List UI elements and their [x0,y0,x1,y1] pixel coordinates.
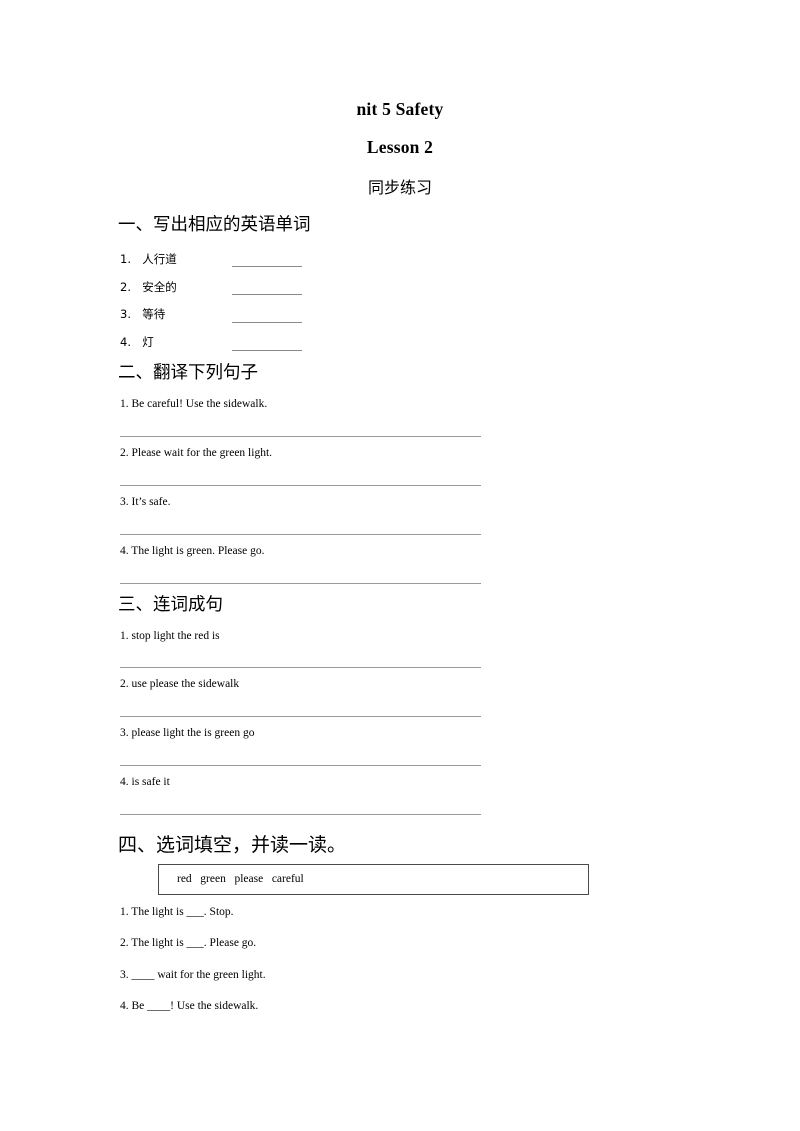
page-title-lesson: Lesson 2 [366,137,434,157]
answer-line[interactable] [120,583,481,584]
item-number: 4. [120,335,131,349]
answer-blank[interactable] [232,322,302,323]
section-heading-4: 四、选词填空，并读一读。 [118,834,347,856]
word-bank-words: red green please careful [177,873,304,885]
answer-blank[interactable] [232,266,302,267]
item-text: 安全的 [142,280,177,294]
answer-line[interactable] [120,485,481,486]
answer-line[interactable] [120,814,481,815]
page-title-unit: nit 5 Safety [356,99,444,119]
list-item: 4. The light is green. Please go. [120,545,265,557]
item-number: 2. [120,280,131,294]
list-item[interactable]: 4. Be ____! Use the sidewalk. [120,1000,258,1012]
list-item: 2. 安全的 [120,279,177,295]
answer-blank[interactable] [232,294,302,295]
list-item: 1. 人行道 [120,251,177,267]
list-item: 3. It’s safe. [120,496,171,508]
item-text: 灯 [142,335,154,349]
item-number: 1. [120,252,131,266]
answer-blank[interactable] [232,350,302,351]
list-item: 3. 等待 [120,306,165,322]
list-item[interactable]: 2. The light is ___. Please go. [120,937,256,949]
item-number: 3. [120,307,131,321]
list-item: 1. Be careful! Use the sidewalk. [120,398,268,410]
list-item[interactable]: 3. ____ wait for the green light. [120,969,266,981]
section-heading-1: 一、写出相应的英语单词 [118,215,311,235]
answer-line[interactable] [120,534,481,535]
answer-line[interactable] [120,667,481,668]
answer-line[interactable] [120,716,481,717]
list-item: 3. please light the is green go [120,727,255,739]
section-heading-3: 三、连词成句 [118,595,223,615]
list-item: 4. 灯 [120,334,154,350]
item-text: 等待 [142,307,166,321]
list-item[interactable]: 1. The light is ___. Stop. [120,906,234,918]
list-item: 4. is safe it [120,776,170,788]
worksheet-page: nit 5 Safety Lesson 2 同步练习 一、写出相应的英语单词 1… [0,0,800,1131]
answer-line[interactable] [120,436,481,437]
section-heading-2: 二、翻译下列句子 [118,363,258,383]
page-title-subtitle: 同步练习 [367,178,432,197]
list-item: 2. Please wait for the green light. [120,447,273,459]
list-item: 1. stop light the red is [120,630,220,642]
item-text: 人行道 [142,252,177,266]
word-bank-box: red green please careful [158,864,589,895]
answer-line[interactable] [120,765,481,766]
list-item: 2. use please the sidewalk [120,678,240,690]
